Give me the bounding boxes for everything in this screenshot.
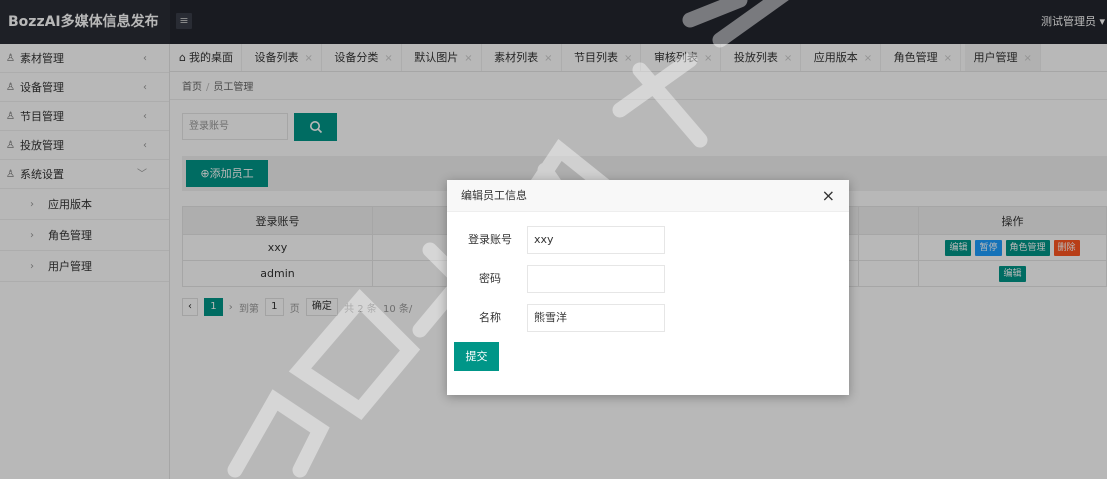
edit-employee-dialog: 编辑员工信息 × 登录账号 xxy 密码 名称 熊雪洋 提交 <box>447 180 849 395</box>
password-field[interactable] <box>527 265 665 293</box>
account-field[interactable]: xxy <box>527 226 665 254</box>
form-row-account: 登录账号 xxy <box>455 226 665 254</box>
field-label: 登录账号 <box>468 233 512 246</box>
field-label: 名称 <box>479 311 501 324</box>
close-icon[interactable]: × <box>822 188 835 204</box>
name-field[interactable]: 熊雪洋 <box>527 304 665 332</box>
submit-button[interactable]: 提交 <box>454 342 499 371</box>
form-row-name: 名称 熊雪洋 <box>455 304 665 332</box>
form-row-password: 密码 <box>455 265 665 293</box>
dialog-title: 编辑员工信息 <box>447 180 849 212</box>
field-label: 密码 <box>479 272 501 285</box>
